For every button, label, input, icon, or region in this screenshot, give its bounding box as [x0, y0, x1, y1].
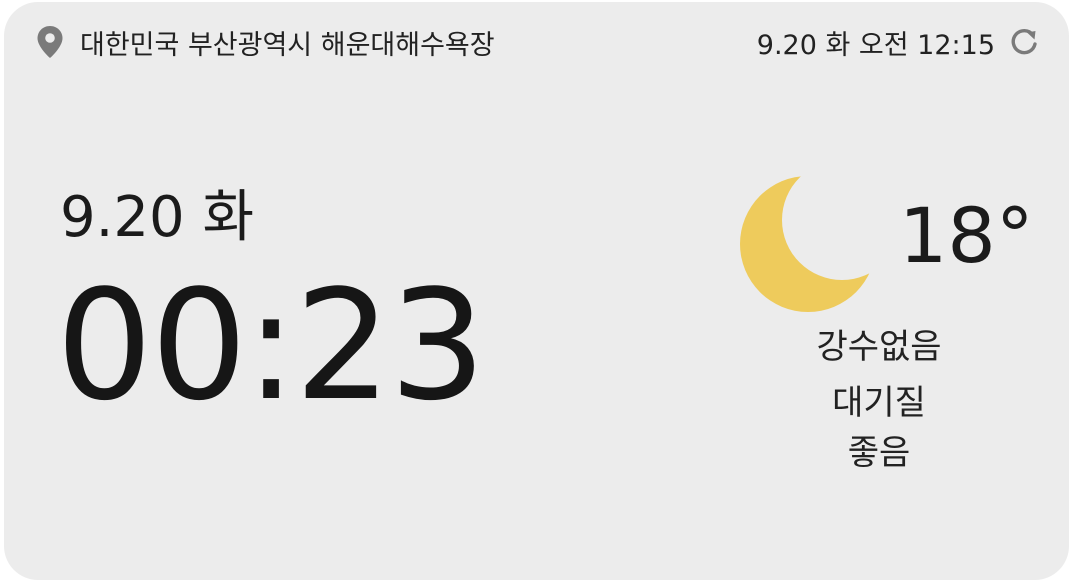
weather-clock-widget[interactable]: 대한민국 부산광역시 해운대해수욕장 9.20 화 오전 12:15 9.20 …: [4, 2, 1069, 580]
refresh-icon[interactable]: [1007, 25, 1041, 59]
precipitation-status: 강수없음: [816, 327, 942, 367]
air-quality-label: 대기질: [832, 383, 926, 423]
location-label: 대한민국 부산광역시 해운대해수욕장: [80, 29, 495, 61]
current-date: 9.20 화: [60, 185, 255, 250]
location-row[interactable]: 대한민국 부산광역시 해운대해수욕장: [36, 22, 495, 62]
last-updated-time: 9.20 화 오전 12:15: [756, 29, 995, 61]
moon-icon: [740, 176, 876, 312]
location-pin-icon: [36, 25, 64, 59]
temperature: 18°: [899, 191, 1034, 280]
update-row: 9.20 화 오전 12:15: [757, 22, 1041, 62]
air-quality-value: 좋음: [847, 433, 911, 473]
current-time: 00:23: [56, 257, 486, 434]
